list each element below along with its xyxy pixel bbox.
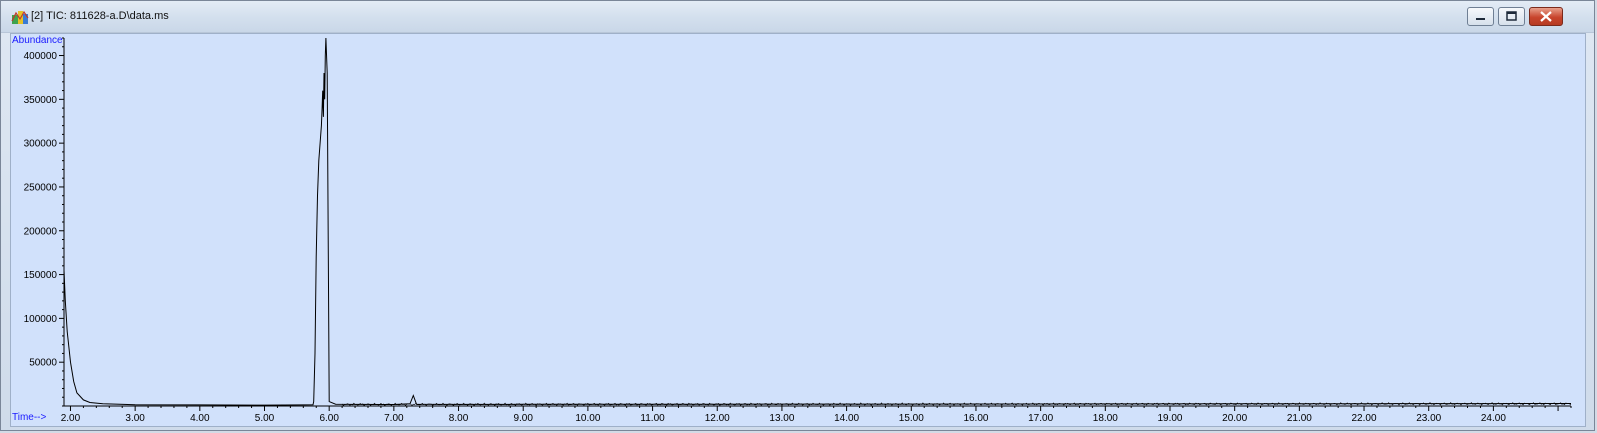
x-tick-label: 20.00 bbox=[1222, 413, 1247, 424]
window-title: [2] TIC: 811628-a.D\data.ms bbox=[31, 10, 169, 22]
y-tick-label: 200000 bbox=[24, 226, 58, 237]
y-axis: 50000 100000 150000 200000 250000 300000 35000… bbox=[24, 37, 65, 407]
x-tick-label: 16.00 bbox=[963, 413, 988, 424]
chromatogram-plot-area[interactable]: 50000 100000 150000 200000 250000 300000 35000… bbox=[10, 33, 1586, 427]
x-tick-label: 24.00 bbox=[1481, 413, 1506, 424]
maximize-icon bbox=[1506, 11, 1517, 21]
minimize-button[interactable] bbox=[1467, 7, 1494, 26]
x-tick-label: 22.00 bbox=[1352, 413, 1377, 424]
x-tick-label: 7.00 bbox=[384, 413, 404, 424]
chromatogram-chart: 50000 100000 150000 200000 250000 300000 35000… bbox=[12, 35, 1572, 424]
x-tick-label: 11.00 bbox=[640, 413, 665, 424]
x-axis: 2.00 3.00 4.00 5.00 6.00 7.00 8.00 9.00 10.00 11.… bbox=[61, 405, 1572, 424]
y-tick-label: 250000 bbox=[24, 182, 58, 193]
y-tick-label: 300000 bbox=[24, 139, 58, 150]
minimize-icon bbox=[1476, 18, 1485, 20]
x-tick-label: 3.00 bbox=[125, 413, 145, 424]
title-bar[interactable]: [2] TIC: 811628-a.D\data.ms bbox=[1, 1, 1594, 33]
x-tick-label: 8.00 bbox=[449, 413, 469, 424]
x-tick-label: 15.00 bbox=[899, 413, 924, 424]
x-axis-label: Time--> bbox=[12, 412, 47, 423]
close-button[interactable] bbox=[1529, 7, 1563, 26]
y-tick-label: 350000 bbox=[24, 95, 58, 106]
y-tick-label: 100000 bbox=[24, 314, 58, 325]
close-icon bbox=[1540, 11, 1552, 22]
x-tick-label: 6.00 bbox=[319, 413, 339, 424]
x-tick-label: 23.00 bbox=[1416, 413, 1441, 424]
y-axis-label: Abundance bbox=[12, 35, 63, 46]
x-tick-label: 4.00 bbox=[190, 413, 210, 424]
maximize-button[interactable] bbox=[1498, 7, 1525, 26]
x-tick-label: 13.00 bbox=[769, 413, 794, 424]
tic-series-line bbox=[63, 37, 1572, 406]
x-tick-label: 21.00 bbox=[1287, 413, 1312, 424]
series-layer bbox=[63, 37, 1572, 407]
y-tick-label: 400000 bbox=[24, 51, 58, 62]
x-tick-label: 9.00 bbox=[513, 413, 533, 424]
x-tick-label: 19.00 bbox=[1157, 413, 1182, 424]
chromatogram-window: [2] TIC: 811628-a.D\data.ms 50000 100000 1… bbox=[0, 0, 1595, 431]
x-tick-label: 5.00 bbox=[255, 413, 275, 424]
x-tick-label: 2.00 bbox=[61, 413, 81, 424]
x-tick-label: 14.00 bbox=[834, 413, 859, 424]
y-tick-label: 150000 bbox=[24, 270, 58, 281]
x-tick-label: 10.00 bbox=[575, 413, 600, 424]
y-tick-label: 50000 bbox=[29, 358, 57, 369]
x-tick-label: 17.00 bbox=[1028, 413, 1053, 424]
x-tick-label: 12.00 bbox=[705, 413, 730, 424]
chromatogram-app-icon bbox=[11, 10, 29, 24]
x-tick-label: 18.00 bbox=[1093, 413, 1118, 424]
